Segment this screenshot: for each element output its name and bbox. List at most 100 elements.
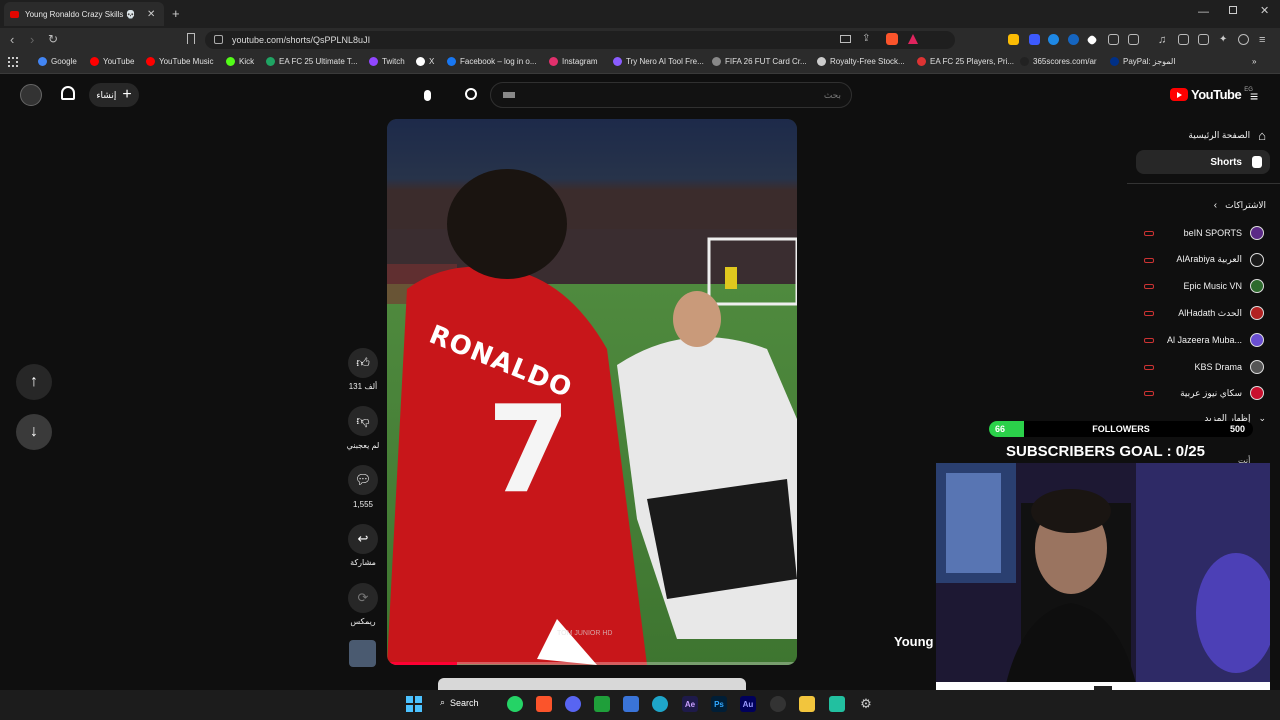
forward-icon[interactable]: ›: [30, 32, 34, 47]
tab-close-icon[interactable]: ✕: [147, 9, 155, 20]
app-teal-icon[interactable]: [829, 696, 845, 712]
next-short-button[interactable]: ↓: [16, 414, 52, 450]
photoshop-icon[interactable]: Ps: [711, 696, 727, 712]
bookmark-item[interactable]: Instagram: [549, 57, 598, 66]
sidebar-channel-item[interactable]: Al Jazeera Muba...: [1167, 332, 1264, 347]
sidebar-toggle-icon[interactable]: [1178, 34, 1189, 45]
taskbar: [0, 690, 1280, 720]
back-icon[interactable]: ‹: [10, 32, 14, 47]
wallet-icon[interactable]: [1198, 34, 1209, 45]
brave-shields-icon[interactable]: [886, 33, 898, 45]
bookmark-item[interactable]: Facebook – log in o...: [447, 57, 537, 66]
sidebar-divider: [1127, 183, 1280, 184]
voice-search-icon[interactable]: [420, 86, 434, 104]
share-button[interactable]: ↩: [348, 524, 378, 554]
extension-icon-3[interactable]: [1048, 34, 1059, 45]
avatar[interactable]: [20, 84, 42, 106]
plus-icon: +: [122, 86, 132, 103]
apps-grid-icon[interactable]: [8, 57, 18, 67]
sidebar-channel-item[interactable]: AlArabiya العربية: [1176, 252, 1264, 267]
extension-icon-6[interactable]: [1128, 34, 1139, 45]
file-explorer-icon[interactable]: [799, 696, 815, 712]
bookmark-item[interactable]: YouTube: [90, 57, 134, 66]
search-icon[interactable]: [465, 88, 477, 100]
sidebar-channel-item[interactable]: AlHadath الحدث: [1178, 306, 1264, 321]
new-tab-button[interactable]: +: [172, 6, 180, 21]
close-window-button[interactable]: ✕: [1260, 4, 1269, 17]
discord-icon[interactable]: [565, 696, 581, 712]
browser-tab[interactable]: Young Ronaldo Crazy Skills 💀 ✕: [4, 2, 164, 26]
audition-icon[interactable]: Au: [740, 696, 756, 712]
bookmark-label: EA FC 25 Players, Pri...: [930, 57, 1015, 66]
channel-name: سكاي نيوز عربية: [1180, 387, 1242, 398]
bookmark-item[interactable]: Twitch: [369, 57, 405, 66]
bookmark-favicon-icon: [146, 57, 155, 66]
whatsapp-icon[interactable]: [507, 696, 523, 712]
bookmark-label: FIFA 26 FUT Card Cr...: [725, 57, 807, 66]
settings-gear-icon[interactable]: ⚙: [858, 696, 874, 712]
bookmark-item[interactable]: EA FC 25 Ultimate T...: [266, 57, 358, 66]
app-green-icon[interactable]: [594, 696, 610, 712]
bookmark-label: X: [429, 57, 435, 66]
menu-icon[interactable]: ≡: [1259, 34, 1270, 46]
app-blue-icon[interactable]: [623, 696, 639, 712]
bookmark-item[interactable]: 365scores.com/ar: [1020, 57, 1097, 66]
subscriptions-header[interactable]: ‹ الاشتراكات: [1136, 198, 1266, 212]
cast-icon[interactable]: [840, 35, 851, 43]
video-progress-fill: [387, 662, 457, 665]
extension-icon-1[interactable]: [1008, 34, 1019, 45]
ai-icon[interactable]: ✦: [1219, 34, 1230, 45]
bookmark-item[interactable]: YouTube Music: [146, 57, 214, 66]
music-icon[interactable]: ♫: [1158, 34, 1169, 46]
live-indicator-icon: [1144, 364, 1154, 370]
sidebar-channel-item[interactable]: سكاي نيوز عربية: [1180, 386, 1264, 401]
create-label: إنشاء: [96, 89, 117, 100]
extension-icon-2[interactable]: [1029, 34, 1040, 45]
restore-button[interactable]: [1229, 6, 1237, 14]
webcam-overlay: [936, 463, 1270, 709]
extensions-puzzle-icon[interactable]: [1108, 34, 1119, 45]
bookmark-item[interactable]: X: [416, 57, 434, 66]
edge-icon[interactable]: [652, 696, 668, 712]
dislike-button[interactable]: 👎︎: [348, 406, 378, 436]
search-input[interactable]: بحث: [465, 82, 852, 108]
extension-icon-4[interactable]: [1068, 34, 1079, 45]
sidebar-channel-item[interactable]: beIN SPORTS: [1184, 226, 1264, 240]
comments-button[interactable]: 💬︎: [348, 465, 378, 495]
brave-rewards-icon[interactable]: [908, 34, 918, 44]
notifications-bell-icon[interactable]: [61, 86, 75, 100]
site-info-icon[interactable]: [214, 35, 223, 44]
taskbar-search[interactable]: ⌕ Search: [440, 697, 479, 708]
like-button[interactable]: 👍︎: [348, 348, 378, 378]
vpn-shield-icon[interactable]: [1238, 34, 1249, 45]
share-page-icon[interactable]: ⇪: [862, 33, 870, 44]
create-button[interactable]: إنشاء +: [89, 83, 139, 107]
video-progress-track[interactable]: [387, 662, 797, 665]
sidebar-channel-item[interactable]: Epic Music VN: [1183, 279, 1264, 294]
bookmark-item[interactable]: Google: [38, 57, 77, 66]
bookmark-item[interactable]: PayPal: الموجز: [1110, 57, 1176, 66]
channel-avatar[interactable]: [349, 640, 376, 667]
sidebar-item-shorts[interactable]: Shorts: [1136, 150, 1270, 174]
obs-icon[interactable]: [770, 696, 786, 712]
brave-browser-icon[interactable]: [536, 696, 552, 712]
youtube-logo[interactable]: YouTube EG: [1170, 87, 1253, 102]
guide-menu-icon[interactable]: ≡: [1250, 88, 1258, 104]
remix-button[interactable]: ⟳: [348, 583, 378, 613]
bookmarks-overflow-icon[interactable]: »: [1252, 57, 1256, 66]
bookmark-item[interactable]: EA FC 25 Players, Pri...: [917, 57, 1014, 66]
windows-start-icon[interactable]: [406, 696, 422, 712]
reload-icon[interactable]: ↻: [48, 32, 58, 46]
shorts-video-player[interactable]: RONALDO 7 TOM JUNIOR HD: [387, 119, 797, 665]
sidebar-channel-item[interactable]: KBS Drama: [1194, 359, 1264, 374]
shorts-icon: [1252, 156, 1262, 168]
bookmark-icon[interactable]: [187, 33, 195, 44]
bookmark-item[interactable]: FIFA 26 FUT Card Cr...: [712, 57, 807, 66]
bookmark-item[interactable]: Royalty-Free Stock...: [817, 57, 905, 66]
bookmark-item[interactable]: Kick: [226, 57, 254, 66]
previous-short-button[interactable]: ↑: [16, 364, 52, 400]
minimize-button[interactable]: —: [1198, 6, 1209, 18]
sidebar-item-home[interactable]: الصفحة الرئيسية ⌂: [1136, 127, 1266, 143]
bookmark-item[interactable]: Try Nero AI Tool Fre...: [613, 57, 704, 66]
after-effects-icon[interactable]: Ae: [682, 696, 698, 712]
